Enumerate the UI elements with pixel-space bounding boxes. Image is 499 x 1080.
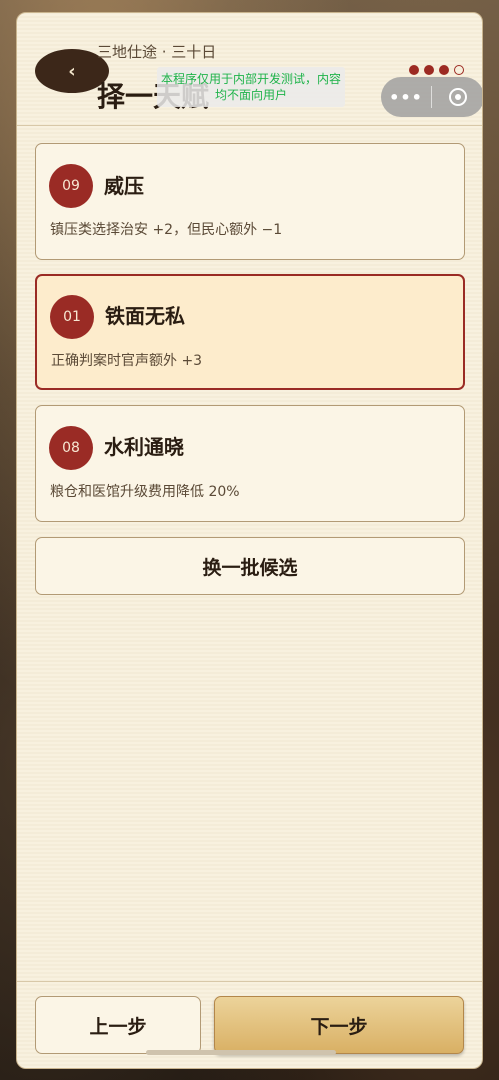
stage-subtitle: 三地仕途 · 三十日	[97, 43, 217, 61]
home-indicator	[146, 1050, 336, 1055]
talent-card-0[interactable]: 09 威压 镇压类选择治安 +2，但民心额外 −1	[35, 143, 465, 260]
more-options-icon[interactable]: •••	[381, 88, 431, 107]
talent-number-badge: 01	[50, 295, 94, 339]
talent-description: 粮仓和医馆升级费用降低 20%	[50, 484, 240, 500]
talent-number-badge: 08	[49, 426, 93, 470]
back-arrow-icon: ‹	[68, 60, 76, 82]
target-icon	[449, 88, 467, 106]
progress-dot-empty	[454, 65, 464, 75]
talent-description: 镇压类选择治安 +2，但民心额外 −1	[50, 222, 283, 238]
progress-dot-filled	[424, 65, 434, 75]
progress-dot-filled	[439, 65, 449, 75]
reroll-button[interactable]: 换一批候选	[35, 537, 465, 595]
talent-name: 铁面无私	[105, 304, 185, 328]
progress-dot-filled	[409, 65, 419, 75]
footer: 上一步 下一步	[17, 981, 482, 1068]
talent-panel: ‹ 三地仕途 · 三十日 择一天赋 本程序仅用于内部开发测试，内容均不面向用户 …	[16, 12, 483, 1069]
talent-name: 威压	[104, 174, 144, 198]
talent-number-badge: 09	[49, 164, 93, 208]
dev-notice: 本程序仅用于内部开发测试，内容均不面向用户	[157, 67, 345, 107]
talent-card-1[interactable]: 01 铁面无私 正确判案时官声额外 +3	[35, 274, 465, 390]
talent-card-2[interactable]: 08 水利通晓 粮仓和医馆升级费用降低 20%	[35, 405, 465, 522]
prev-step-button[interactable]: 上一步	[35, 996, 201, 1054]
next-step-button[interactable]: 下一步	[214, 996, 464, 1054]
header: ‹ 三地仕途 · 三十日 择一天赋 本程序仅用于内部开发测试，内容均不面向用户 …	[17, 13, 482, 126]
talent-description: 正确判案时官声额外 +3	[51, 353, 203, 369]
progress-dots	[409, 65, 464, 75]
talent-name: 水利通晓	[104, 435, 184, 459]
close-miniprogram-button[interactable]	[432, 88, 482, 106]
miniprogram-capsule: •••	[381, 77, 482, 117]
